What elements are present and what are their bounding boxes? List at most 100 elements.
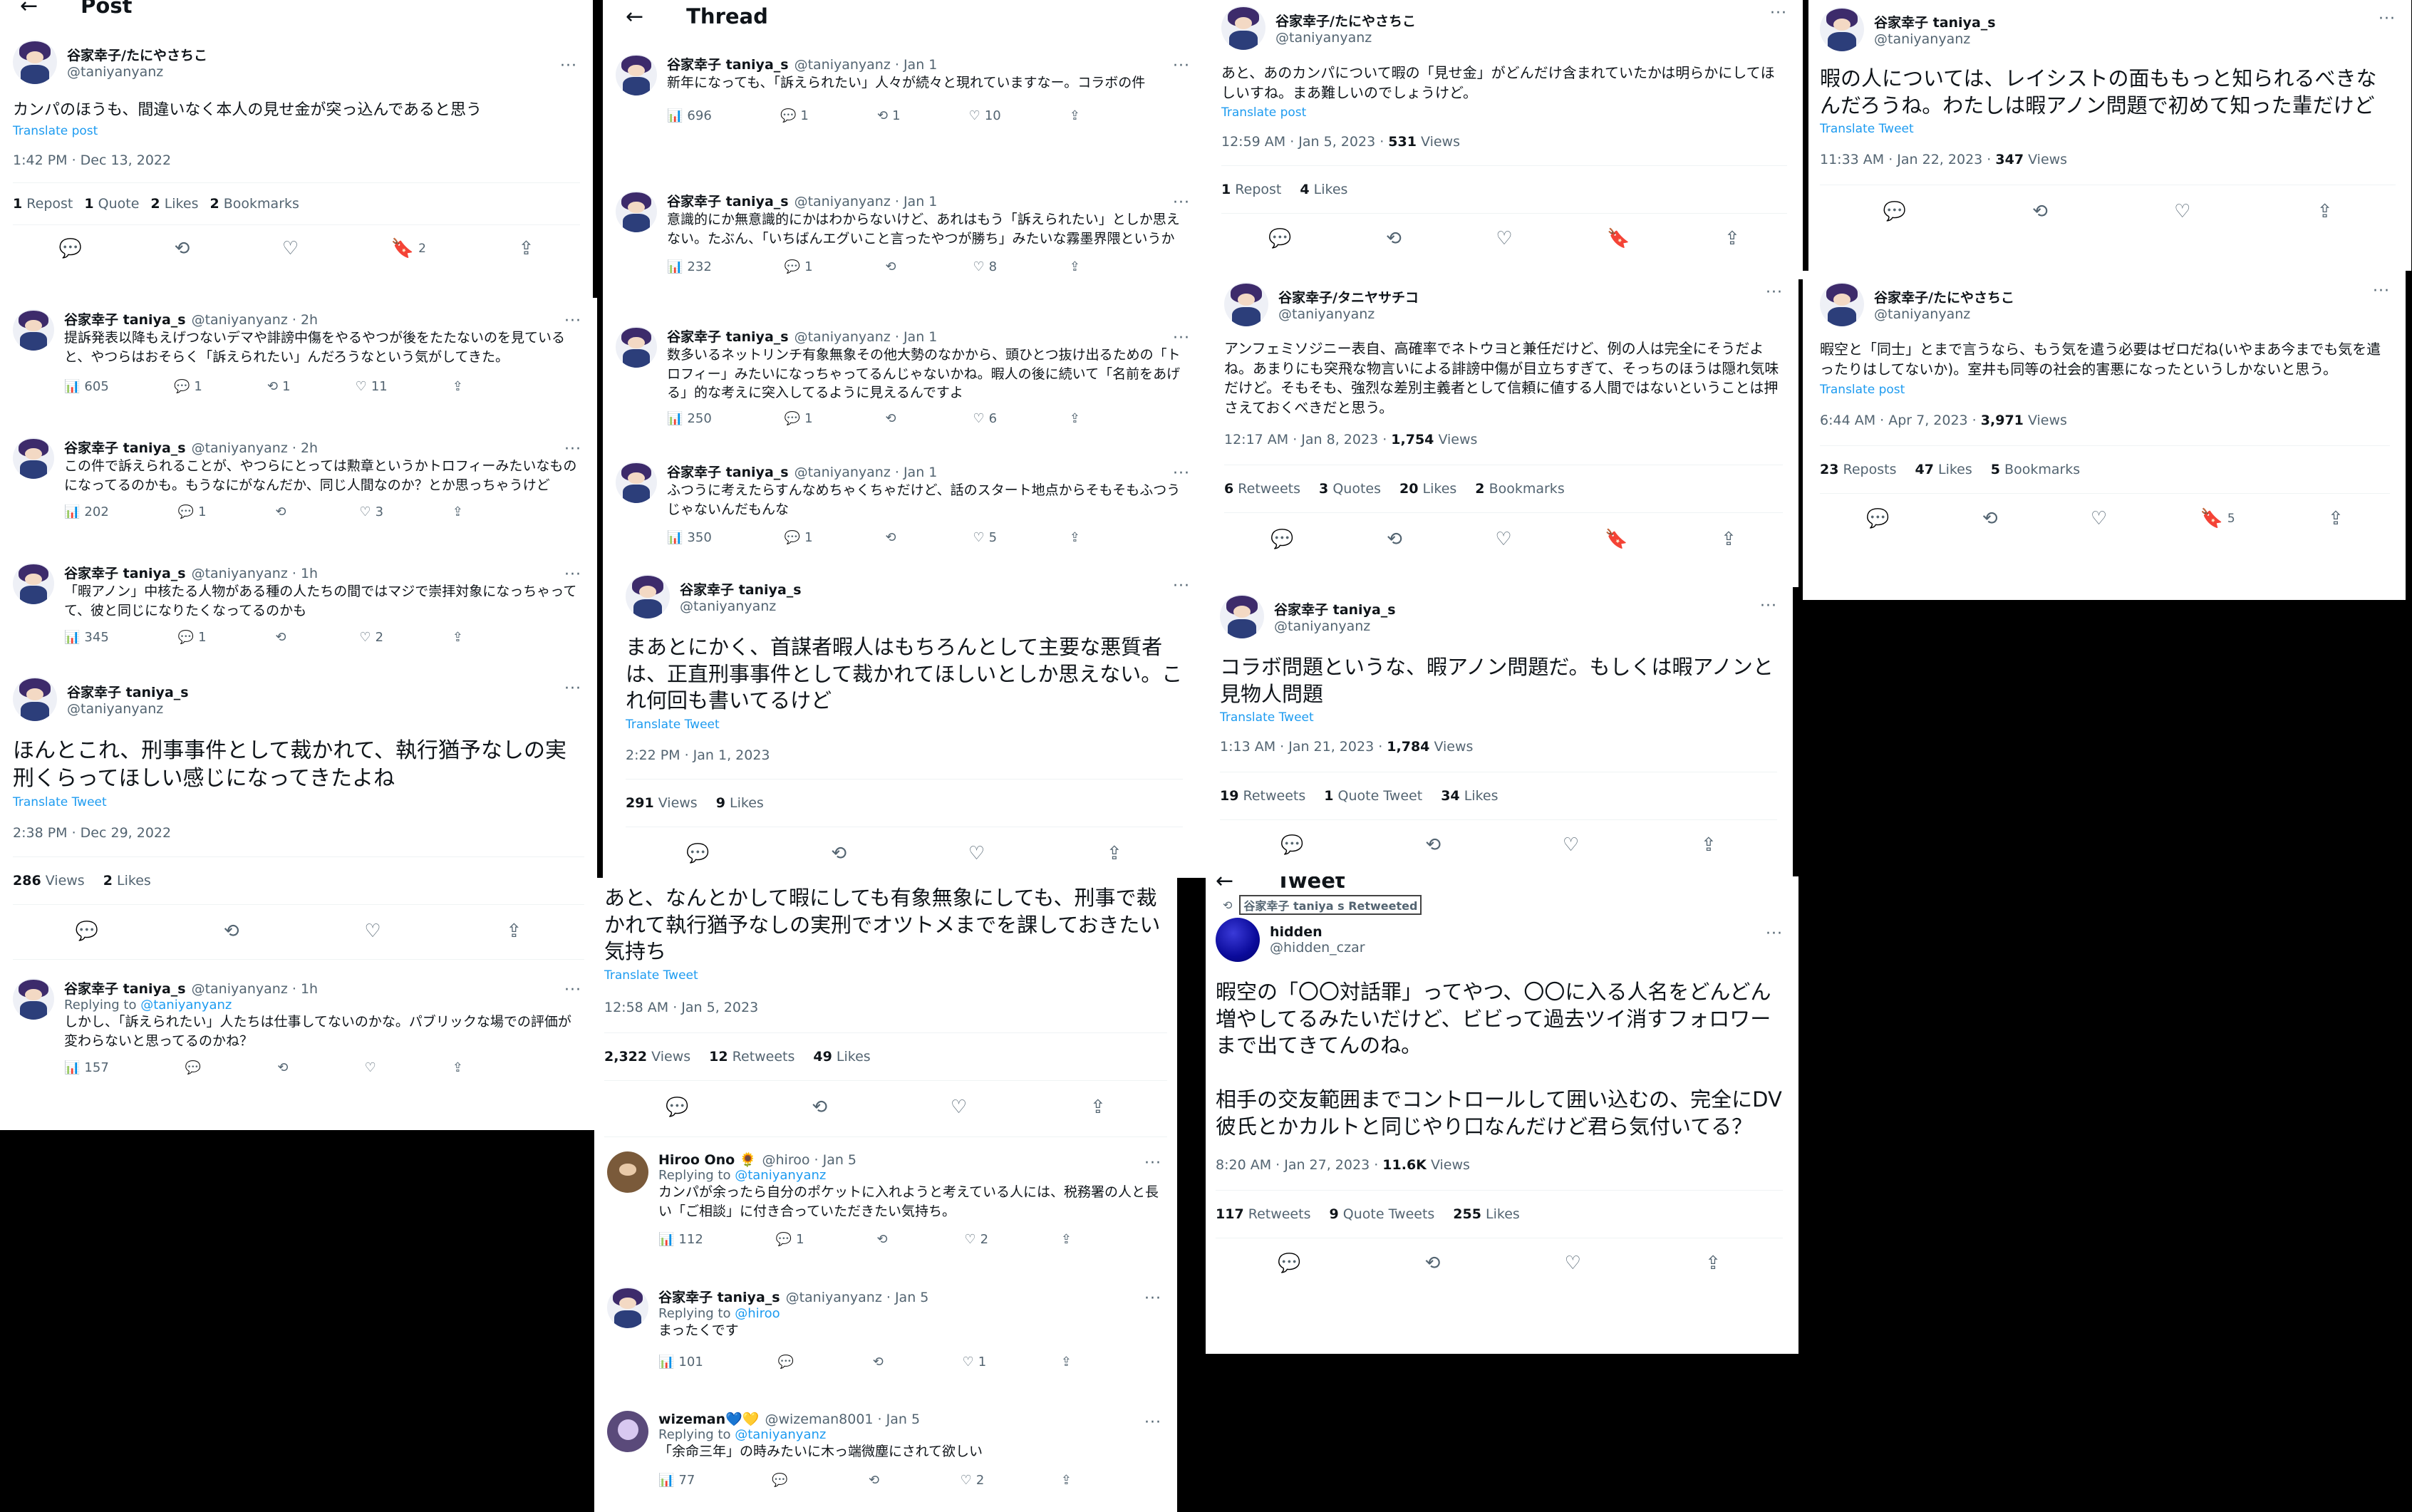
reply-tweet[interactable]: wizeman💙💛 @wizeman8001 · Jan 5 Replying t…	[594, 1411, 1177, 1488]
avatar[interactable]	[607, 1151, 648, 1193]
tweet-timestamp[interactable]: 11:33 AM · Jan 22, 2023 · 347 Views	[1820, 152, 2396, 167]
more-options-icon[interactable]: ···	[1173, 329, 1190, 347]
bookmark-count[interactable]: 2 Bookmarks	[1475, 481, 1564, 497]
more-options-icon[interactable]: ···	[1760, 597, 1777, 615]
author-handle[interactable]: @taniyanyanz	[67, 701, 189, 717]
like-icon[interactable]: ♡ 2	[359, 630, 383, 645]
repost-icon[interactable]: ⟲	[831, 843, 847, 864]
tweet-timestamp[interactable]: 2:38 PM · Dec 29, 2022	[13, 825, 584, 841]
avatar[interactable]	[626, 574, 670, 618]
share-icon[interactable]: ⇪	[1721, 529, 1736, 550]
like-icon[interactable]: ♡	[951, 1097, 967, 1118]
reply-tweet[interactable]: 谷家幸子 taniya_s @taniyanyanz · 1h Replying …	[0, 978, 597, 1075]
reply-icon[interactable]: 💬 1	[776, 1232, 804, 1247]
avatar[interactable]	[1221, 6, 1265, 50]
bookmark-icon[interactable]: 🔖	[1607, 228, 1630, 249]
repost-icon[interactable]: ⟲	[885, 411, 900, 426]
share-icon[interactable]: ⇪	[506, 921, 522, 942]
repost-icon[interactable]: ⟲	[869, 1473, 884, 1488]
author-handle[interactable]: @taniyanyanz	[680, 599, 802, 614]
author-handle[interactable]: @taniyanyanz	[1275, 30, 1416, 46]
quote-count[interactable]: 9 Quote Tweets	[1329, 1206, 1434, 1222]
views-stat[interactable]: 📊 250	[667, 411, 712, 426]
like-icon[interactable]: ♡ 8	[973, 259, 997, 274]
avatar[interactable]	[616, 191, 657, 232]
views-stat[interactable]: 📊 157	[64, 1060, 109, 1075]
tweet-timestamp[interactable]: 12:17 AM · Jan 8, 2023 · 1,754 Views	[1224, 432, 1783, 447]
avatar[interactable]	[1220, 594, 1264, 638]
avatar[interactable]	[1224, 282, 1268, 326]
views-stat[interactable]: 📊 112	[658, 1232, 703, 1247]
like-count[interactable]: 9 Likes	[716, 795, 764, 811]
translate-link[interactable]: Translate Tweet	[1220, 710, 1777, 725]
author-name[interactable]: 谷家幸子/タニヤサチコ	[1278, 287, 1419, 306]
avatar[interactable]	[1820, 7, 1864, 51]
retweet-count[interactable]: 117 Retweets	[1216, 1206, 1310, 1222]
like-count[interactable]: 20 Likes	[1399, 481, 1456, 497]
views-stat[interactable]: 📊 232	[667, 259, 712, 274]
share-icon[interactable]: ⇪	[518, 238, 534, 259]
repost-icon[interactable]: ⟲	[1387, 529, 1402, 550]
avatar[interactable]	[616, 462, 657, 503]
more-options-icon[interactable]: ···	[564, 680, 581, 698]
share-icon[interactable]: ⇪	[1705, 1253, 1721, 1274]
more-options-icon[interactable]: ···	[564, 981, 581, 999]
like-icon[interactable]: ♡ 1	[963, 1355, 987, 1369]
author-name[interactable]: 谷家幸子 taniya_s	[1874, 12, 1996, 31]
translate-link[interactable]: Translate Tweet	[604, 968, 1167, 983]
reply-icon[interactable]: 💬	[1883, 201, 1906, 222]
views-stat[interactable]: 📊 101	[658, 1355, 703, 1369]
avatar[interactable]	[1216, 918, 1260, 962]
retweet-count[interactable]: 6 Retweets	[1224, 481, 1300, 497]
like-icon[interactable]: ♡ 11	[356, 379, 388, 394]
more-options-icon[interactable]: ···	[1173, 465, 1190, 482]
reply-icon[interactable]: 💬	[1280, 834, 1303, 856]
like-icon[interactable]: ♡ 6	[973, 411, 997, 426]
like-count[interactable]: 2 Likes	[150, 196, 198, 212]
author-name[interactable]: 谷家幸子/たにやさちこ	[67, 45, 207, 64]
like-icon[interactable]: ♡	[365, 1060, 376, 1075]
thread-tweet[interactable]: 谷家幸子 taniya_s @taniyanyanz · Jan 1 新年になって…	[603, 54, 1206, 191]
repost-count[interactable]: 1 Repost	[1221, 182, 1281, 197]
back-arrow-icon[interactable]: ←	[626, 4, 643, 29]
quote-count[interactable]: 1 Quote	[84, 196, 139, 212]
reply-icon[interactable]: 💬 1	[785, 530, 813, 545]
views-stat[interactable]: 📊 350	[667, 530, 712, 545]
more-options-icon[interactable]: ···	[1766, 925, 1783, 943]
author-name[interactable]: 谷家幸子/たにやさちこ	[1874, 287, 2014, 306]
like-icon[interactable]: ♡	[1565, 1253, 1581, 1274]
quote-count[interactable]: 3 Quotes	[1319, 481, 1381, 497]
author-name[interactable]: hidden	[1270, 924, 1365, 940]
share-icon[interactable]: ⇪	[1701, 834, 1717, 856]
reply-tweet[interactable]: 谷家幸子 taniya_s @taniyanyanz · 2h この件で訴えられる…	[0, 437, 597, 563]
reply-tweet[interactable]: 谷家幸子 taniya_s @taniyanyanz · 1h 「暇アノン」中核た…	[0, 563, 597, 677]
repost-count[interactable]: 23 Reposts	[1820, 462, 1896, 477]
tweet-timestamp[interactable]: 1:13 AM · Jan 21, 2023 · 1,784 Views	[1220, 739, 1777, 755]
repost-icon[interactable]: ⟲	[224, 921, 239, 942]
repost-icon[interactable]: ⟲	[812, 1097, 827, 1118]
repost-icon[interactable]: ⟲	[275, 630, 290, 645]
bookmark-icon[interactable]: 🔖	[1605, 529, 1627, 550]
share-icon[interactable]: ⇪	[2317, 201, 2333, 222]
post-timestamp[interactable]: 12:59 AM · Jan 5, 2023 · 531 Views	[1221, 134, 1787, 150]
reply-icon[interactable]: 💬	[76, 921, 98, 942]
more-options-icon[interactable]: ···	[1144, 1290, 1161, 1308]
tweet-timestamp[interactable]: 8:20 AM · Jan 27, 2023 · 11.6K Views	[1216, 1157, 1783, 1173]
more-options-icon[interactable]: ···	[560, 57, 577, 75]
like-count[interactable]: 49 Likes	[813, 1049, 870, 1065]
share-icon[interactable]: ⇪	[1724, 228, 1740, 249]
reply-icon[interactable]: 💬	[1866, 508, 1889, 529]
more-options-icon[interactable]: ···	[1766, 284, 1783, 301]
repost-icon[interactable]: ⟲	[873, 1355, 888, 1369]
like-icon[interactable]: ♡ 2	[964, 1232, 988, 1247]
share-icon[interactable]: ⇪	[1061, 1355, 1072, 1369]
reply-tweet[interactable]: 谷家幸子 taniya_s @taniyanyanz · 2h 提訴発表以降もえげ…	[0, 309, 597, 437]
translate-link[interactable]: Translate Tweet	[13, 795, 584, 809]
repost-icon[interactable]: ⟲	[1386, 228, 1402, 249]
author-name[interactable]: 谷家幸子 taniya_s	[680, 579, 802, 599]
more-options-icon[interactable]: ···	[1173, 577, 1190, 595]
repost-icon[interactable]: ⟲	[2032, 201, 2048, 222]
reply-icon[interactable]: 💬	[666, 1097, 688, 1118]
tweet-timestamp[interactable]: 2:22 PM · Jan 1, 2023	[626, 747, 1183, 763]
like-icon[interactable]: ♡	[1496, 228, 1512, 249]
